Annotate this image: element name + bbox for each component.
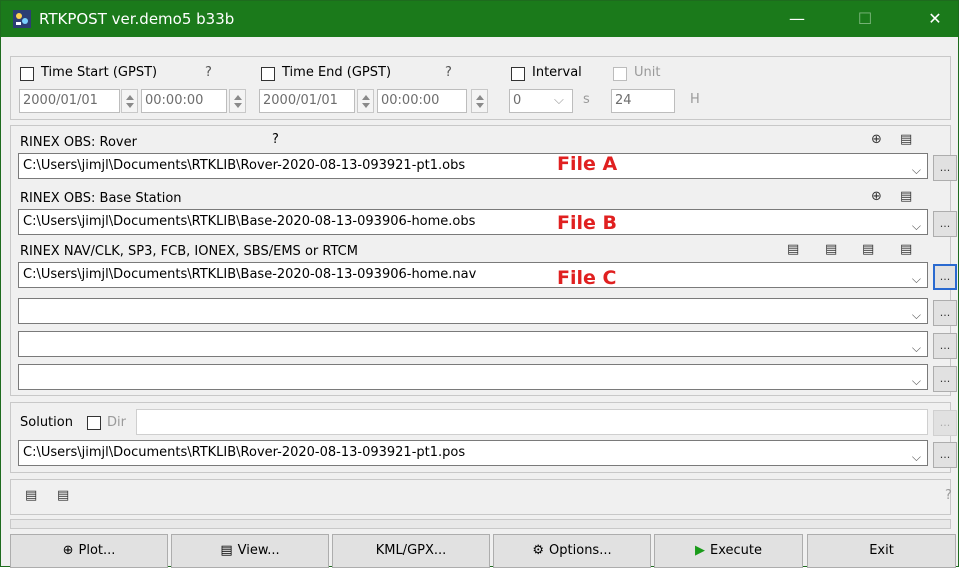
solution-file-path: C:\Users\jimjl\Documents\RTKLIB\Rover-20… — [23, 445, 466, 460]
view-label: View... — [237, 543, 280, 558]
interval-value: 0 — [513, 93, 522, 108]
plot-button[interactable]: ⊕ Plot... — [10, 534, 168, 568]
plot-label: Plot... — [78, 543, 116, 558]
interval-select[interactable]: 0 ⌵ — [509, 89, 573, 113]
extra-file-combo-3[interactable]: ⌵ — [18, 364, 928, 390]
start-date-field[interactable]: 2000/01/01 — [19, 89, 120, 113]
options-label: Options... — [549, 543, 612, 558]
title-bar: RTKPOST ver.demo5 b33b — ☐ ✕ — [1, 1, 958, 37]
exit-label: Exit — [869, 543, 894, 558]
unit-suffix: H — [690, 92, 700, 107]
annotation-file-b: File B — [557, 212, 617, 234]
chevron-down-icon: ⌵ — [911, 450, 921, 464]
extra-file-combo-2[interactable]: ⌵ — [18, 331, 928, 357]
rover-browse-button[interactable]: ... — [933, 155, 957, 181]
kml-gpx-button[interactable]: KML/GPX... — [332, 534, 490, 568]
start-date-spinner[interactable] — [121, 89, 138, 113]
annotation-file-a: File A — [557, 153, 618, 175]
gear-icon: ⚙ — [532, 543, 545, 558]
end-time-field[interactable]: 00:00:00 — [377, 89, 467, 113]
status-area — [10, 479, 951, 515]
maximize-button[interactable]: ☐ — [842, 1, 888, 37]
interval-label: Interval — [532, 65, 582, 80]
view-file-icon[interactable]: ▤ — [900, 189, 912, 204]
annotation-file-c: File C — [557, 267, 617, 289]
dir-browse-button[interactable]: ... — [933, 410, 957, 436]
minimize-button[interactable]: — — [774, 1, 820, 37]
nav-file-path: C:\Users\jimjl\Documents\RTKLIB\Base-202… — [23, 267, 477, 282]
dir-field[interactable] — [136, 409, 928, 435]
chevron-down-icon: ⌵ — [911, 219, 921, 233]
end-time-spinner[interactable] — [471, 89, 488, 113]
base-browse-button[interactable]: ... — [933, 211, 957, 237]
progress-bar — [10, 519, 951, 529]
options-button[interactable]: ⚙ Options... — [493, 534, 651, 568]
solution-browse-button[interactable]: ... — [933, 442, 957, 468]
unit-field[interactable]: 24 — [611, 89, 675, 113]
extra-browse-button-2[interactable]: ... — [933, 333, 957, 359]
chevron-down-icon: ⌵ — [911, 163, 921, 177]
rover-help[interactable]: ? — [272, 132, 279, 147]
view-file-icon[interactable]: ▤ — [825, 242, 837, 257]
window-title: RTKPOST ver.demo5 b33b — [39, 10, 235, 28]
extra-browse-button-3[interactable]: ... — [933, 366, 957, 392]
start-time-spinner[interactable] — [229, 89, 246, 113]
time-end-help[interactable]: ? — [445, 65, 452, 80]
start-time-field[interactable]: 00:00:00 — [141, 89, 227, 113]
play-icon: ▶ — [695, 543, 705, 558]
chevron-down-icon: ⌵ — [911, 308, 921, 322]
nav-browse-button[interactable]: ... — [933, 264, 957, 290]
end-date-spinner[interactable] — [357, 89, 374, 113]
time-end-label: Time End (GPST) — [282, 65, 392, 80]
dir-label: Dir — [107, 415, 126, 430]
close-button[interactable]: ✕ — [912, 1, 958, 37]
status-help[interactable]: ? — [945, 488, 952, 503]
end-date-field[interactable]: 2000/01/01 — [259, 89, 355, 113]
unit-checkbox[interactable] — [613, 67, 627, 81]
view-button[interactable]: ▤ View... — [171, 534, 329, 568]
solution-label: Solution — [20, 415, 73, 430]
execute-button[interactable]: ▶ Execute — [654, 534, 803, 568]
nav-file-combo[interactable]: C:\Users\jimjl\Documents\RTKLIB\Base-202… — [18, 262, 928, 288]
chevron-down-icon: ⌵ — [554, 93, 564, 108]
time-end-checkbox[interactable] — [261, 67, 275, 81]
interval-checkbox[interactable] — [511, 67, 525, 81]
execute-label: Execute — [710, 543, 762, 558]
base-file-combo[interactable]: C:\Users\jimjl\Documents\RTKLIB\Base-202… — [18, 209, 928, 235]
map-icon[interactable]: ⊕ — [871, 132, 882, 147]
dir-checkbox[interactable] — [87, 416, 101, 430]
time-start-checkbox[interactable] — [20, 67, 34, 81]
view-file-icon[interactable]: ▤ — [787, 242, 799, 257]
view-file-icon[interactable]: ▤ — [900, 242, 912, 257]
view-file-icon[interactable]: ▤ — [900, 132, 912, 147]
rover-file-combo[interactable]: C:\Users\jimjl\Documents\RTKLIB\Rover-20… — [18, 153, 928, 179]
rtkpost-window: RTKPOST ver.demo5 b33b — ☐ ✕ Time Start … — [0, 0, 959, 568]
exit-button[interactable]: Exit — [807, 534, 956, 568]
app-icon — [13, 10, 31, 28]
unit-label: Unit — [634, 65, 661, 80]
view-file-icon[interactable]: ▤ — [57, 488, 69, 503]
base-file-path: C:\Users\jimjl\Documents\RTKLIB\Base-202… — [23, 214, 476, 229]
rover-label: RINEX OBS: Rover — [20, 135, 137, 150]
time-start-help[interactable]: ? — [205, 65, 212, 80]
view-icon: ▤ — [220, 543, 233, 558]
rover-file-path: C:\Users\jimjl\Documents\RTKLIB\Rover-20… — [23, 158, 466, 173]
base-label: RINEX OBS: Base Station — [20, 191, 182, 206]
map-icon[interactable]: ⊕ — [871, 189, 882, 204]
chevron-down-icon: ⌵ — [911, 341, 921, 355]
solution-file-combo[interactable]: C:\Users\jimjl\Documents\RTKLIB\Rover-20… — [18, 440, 928, 466]
extra-browse-button-1[interactable]: ... — [933, 300, 957, 326]
chevron-down-icon: ⌵ — [911, 272, 921, 286]
plot-icon: ⊕ — [62, 543, 74, 558]
view-file-icon[interactable]: ▤ — [25, 488, 37, 503]
time-start-label: Time Start (GPST) — [41, 65, 158, 80]
view-file-icon[interactable]: ▤ — [862, 242, 874, 257]
kml-label: KML/GPX... — [375, 543, 447, 558]
nav-label: RINEX NAV/CLK, SP3, FCB, IONEX, SBS/EMS … — [20, 244, 358, 259]
chevron-down-icon: ⌵ — [911, 374, 921, 388]
interval-unit: s — [583, 92, 590, 107]
extra-file-combo-1[interactable]: ⌵ — [18, 298, 928, 324]
